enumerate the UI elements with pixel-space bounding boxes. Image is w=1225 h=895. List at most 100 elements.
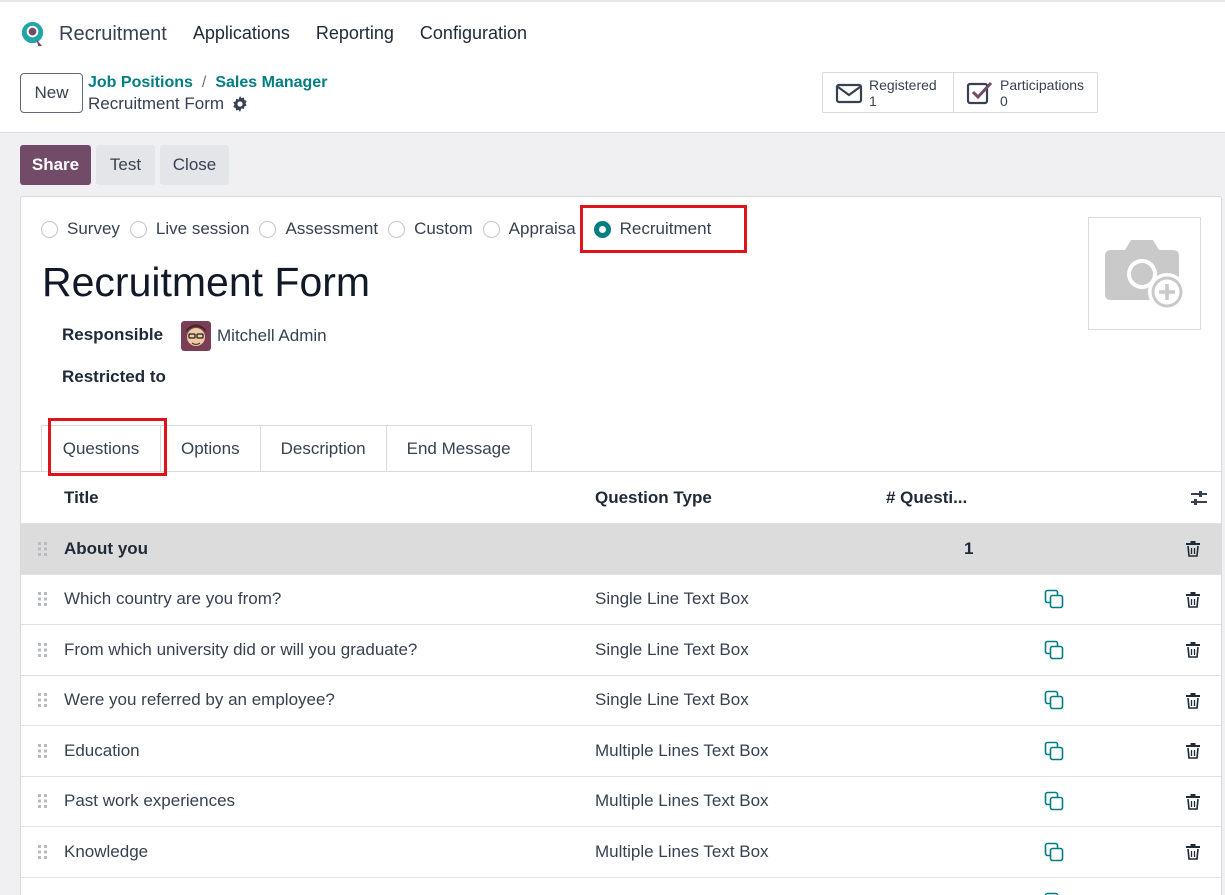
breadcrumb-job-positions[interactable]: Job Positions: [88, 74, 193, 91]
question-title: Which country are you from?: [64, 589, 282, 609]
close-button[interactable]: Close: [160, 145, 229, 185]
app-name: Recruitment: [59, 22, 167, 45]
registered-label: Registered: [869, 76, 937, 93]
trash-icon[interactable]: [1185, 692, 1201, 709]
question-title: Past work experiences: [64, 791, 236, 811]
table-row[interactable]: Knowledge Multiple Lines Text Box: [21, 826, 1221, 877]
column-title[interactable]: Title: [64, 488, 99, 508]
trash-icon[interactable]: [1185, 843, 1201, 861]
table-row[interactable]: Were you referred by an employee? Single…: [21, 674, 1221, 726]
share-button[interactable]: Share: [20, 145, 91, 185]
form-title[interactable]: Recruitment Form: [42, 259, 370, 306]
highlight-box-recruitment: [580, 205, 747, 253]
radio-label: Survey: [67, 219, 120, 238]
responsible-field[interactable]: Mitchell Admin: [181, 321, 327, 351]
app-brand[interactable]: Recruitment: [18, 19, 167, 48]
radio-survey[interactable]: Survey: [41, 219, 120, 239]
radio-button[interactable]: [41, 220, 58, 238]
radio-button[interactable]: [482, 220, 500, 238]
checkbox-icon: [966, 81, 993, 104]
menu-configuration[interactable]: Configuration: [420, 23, 527, 44]
test-button[interactable]: Test: [96, 145, 155, 185]
question-type: Multiple Lines Text Box: [595, 841, 769, 861]
copy-icon[interactable]: [1044, 842, 1064, 862]
question-type: Multiple Lines Text Box: [595, 791, 769, 811]
radio-assessment[interactable]: Assessment: [259, 219, 378, 239]
tab-options[interactable]: Options: [160, 425, 261, 472]
image-upload[interactable]: [1088, 217, 1201, 330]
radio-label: Custom: [414, 219, 473, 238]
question-count: 1: [964, 538, 974, 558]
drag-handle-icon[interactable]: [37, 844, 49, 860]
question-type: Single Line Text Box: [595, 589, 749, 609]
trash-icon[interactable]: [1185, 742, 1201, 760]
table-row[interactable]: Past work experiences Multiple Lines Tex…: [21, 775, 1221, 827]
drag-handle-icon[interactable]: [37, 793, 49, 809]
radio-custom[interactable]: Custom: [388, 219, 473, 239]
top-navbar: Recruitment Applications Reporting Confi…: [0, 2, 1225, 64]
gear-icon[interactable]: [232, 96, 248, 112]
question-type: Single Line Text Box: [595, 690, 749, 710]
table-row[interactable]: Education Multiple Lines Text Box: [21, 725, 1221, 776]
question-title: Education: [64, 740, 140, 760]
radio-button[interactable]: [388, 220, 406, 238]
breadcrumb-separator: /: [201, 74, 207, 91]
question-title: From which university did or will you gr…: [64, 639, 418, 659]
breadcrumb: Job Positions / Sales Manager: [88, 74, 327, 92]
radio-button[interactable]: [259, 220, 277, 238]
question-type: Multiple Lines Text Box: [595, 740, 769, 760]
table-row[interactable]: Which country are you from? Single Line …: [21, 573, 1221, 625]
question-type: Single Line Text Box: [595, 639, 749, 659]
copy-icon[interactable]: [1044, 690, 1064, 710]
trash-icon[interactable]: [1185, 540, 1201, 558]
participations-count: 0: [1000, 92, 1008, 109]
smart-buttons: Registered 1 Participations 0: [822, 72, 1098, 113]
envelope-icon: [835, 83, 863, 103]
trash-icon[interactable]: [1185, 793, 1201, 810]
new-button[interactable]: New: [20, 73, 83, 113]
question-title: Knowledge: [64, 841, 149, 861]
copy-icon[interactable]: [1044, 741, 1064, 761]
drag-handle-icon[interactable]: [37, 692, 49, 708]
copy-icon[interactable]: [1044, 640, 1064, 660]
form-sheet: Survey Live session Assessment Custom Ap…: [20, 196, 1222, 895]
table-header: Title Question Type # Questi...: [21, 472, 1221, 523]
drag-handle-icon[interactable]: [37, 743, 49, 759]
avatar: [181, 321, 211, 351]
question-title: Were you referred by an employee?: [64, 690, 335, 710]
highlight-box-questions-tab: [48, 418, 167, 476]
table-row[interactable]: From which university did or will you gr…: [21, 624, 1221, 675]
radio-appraisal[interactable]: Appraisal: [482, 219, 576, 239]
trash-icon[interactable]: [1185, 641, 1201, 659]
registered-smart-button[interactable]: Registered 1: [823, 73, 953, 112]
radio-button[interactable]: [129, 220, 147, 238]
menu-applications[interactable]: Applications: [193, 23, 290, 44]
menu-reporting[interactable]: Reporting: [316, 23, 394, 44]
radio-label: Live session: [155, 219, 250, 238]
breadcrumb-current: Recruitment Form: [88, 94, 248, 114]
drag-handle-icon[interactable]: [37, 642, 49, 658]
section-row[interactable]: About you 1: [21, 523, 1221, 574]
column-question-count[interactable]: # Questi...: [886, 488, 967, 508]
trash-icon[interactable]: [1185, 591, 1201, 608]
radio-label: Appraisal: [508, 219, 576, 238]
restricted-to-label: Restricted to: [62, 367, 166, 386]
radio-live-session[interactable]: Live session: [129, 219, 250, 239]
responsible-name: Mitchell Admin: [217, 326, 327, 345]
control-panel: New Job Positions / Sales Manager Recruitm…: [0, 64, 1225, 133]
breadcrumb-sales-manager[interactable]: Sales Manager: [215, 74, 327, 91]
drag-handle-icon[interactable]: [37, 591, 49, 607]
column-settings-icon[interactable]: [1189, 488, 1209, 508]
radio-label: Assessment: [285, 219, 379, 238]
copy-icon[interactable]: [1044, 791, 1064, 811]
copy-icon[interactable]: [1044, 589, 1064, 609]
current-record-name: Recruitment Form: [88, 94, 225, 113]
questions-table: Title Question Type # Questi... About yo…: [21, 472, 1221, 895]
column-question-type[interactable]: Question Type: [595, 488, 712, 508]
participations-smart-button[interactable]: Participations 0: [953, 73, 1097, 112]
table-body: About you 1 Which country are you from? …: [21, 523, 1221, 895]
tab-description[interactable]: Description: [259, 425, 387, 472]
tab-end-message[interactable]: End Message: [385, 425, 532, 472]
drag-handle-icon[interactable]: [37, 541, 49, 557]
table-row[interactable]: Activities Multiple Lines Text Box: [21, 876, 1221, 895]
